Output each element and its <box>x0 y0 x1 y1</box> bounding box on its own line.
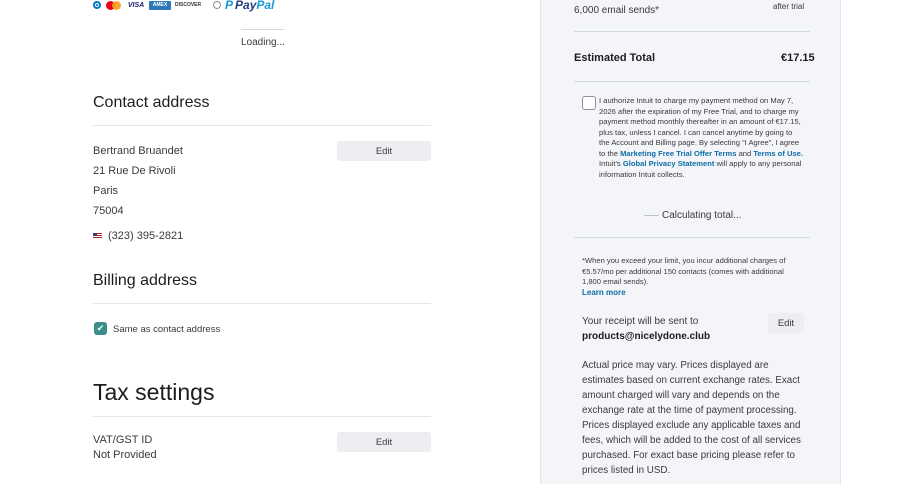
email-sends-label: 6,000 email sends* <box>574 5 660 16</box>
tax-settings-heading: Tax settings <box>93 379 215 405</box>
contact-name: Bertrand Bruandet <box>93 145 183 157</box>
contact-edit-button[interactable]: Edit <box>337 141 431 161</box>
privacy-statement-link[interactable]: Global Privacy Statement <box>623 159 715 168</box>
same-as-contact-checkbox[interactable]: ✔ <box>94 322 107 335</box>
divider <box>574 237 810 238</box>
divider <box>93 416 431 417</box>
vat-label: VAT/GST ID <box>93 434 153 446</box>
terms-of-use-link[interactable]: Terms of Use. <box>753 149 803 158</box>
billing-address-heading: Billing address <box>93 272 198 289</box>
learn-more-link[interactable]: Learn more <box>582 288 626 297</box>
contact-street: 21 Rue De Rivoli <box>93 165 176 177</box>
receipt-edit-button[interactable]: Edit <box>768 313 804 333</box>
contact-phone: (323) 395-2821 <box>93 230 183 242</box>
paypal-logo: P Pay Pal <box>225 0 275 12</box>
checkout-form: VISA AMEX DISCOVER P Pay Pal Loading... C… <box>0 0 540 484</box>
discover-icon: DISCOVER <box>175 1 202 8</box>
card-radio[interactable] <box>93 1 101 9</box>
estimated-total-label: Estimated Total <box>574 52 656 64</box>
price-note: Actual price may vary. Prices displayed … <box>582 360 801 476</box>
order-summary-panel: 6,000 email sends* after trial Estimated… <box>540 0 841 484</box>
contact-address-heading: Contact address <box>93 94 210 111</box>
receipt-info: Your receipt will be sent to products@ni… <box>582 316 711 342</box>
estimated-total-value: €17.15 <box>781 52 815 64</box>
divider <box>574 31 810 32</box>
amex-icon: AMEX <box>149 0 171 10</box>
visa-icon: VISA <box>127 1 145 9</box>
receipt-email: products@nicelydone.club <box>582 331 711 342</box>
calculating-text: Calculating total... <box>662 210 742 221</box>
calculating-divider <box>644 215 659 216</box>
contact-city: Paris <box>93 185 119 197</box>
payment-method-row: VISA AMEX DISCOVER P Pay Pal <box>93 0 275 12</box>
free-trial-terms-link[interactable]: Marketing Free Trial Offer Terms <box>620 149 736 158</box>
loading-text: Loading... <box>241 37 285 48</box>
limit-text: *When you exceed your limit, you incur a… <box>582 256 786 286</box>
us-flag-icon <box>93 233 102 240</box>
divider <box>574 81 810 82</box>
authorization-text: I authorize Intuit to charge my payment … <box>599 96 803 179</box>
authorize-checkbox[interactable] <box>582 96 596 110</box>
checkmark-icon: ✔ <box>96 323 105 333</box>
after-trial-label: after trial <box>773 2 805 11</box>
contact-postal: 75004 <box>93 205 124 217</box>
loading-divider <box>241 29 284 30</box>
mastercard-icon <box>105 0 123 10</box>
paypal-icon: P <box>225 0 234 12</box>
vat-value: Not Provided <box>93 449 157 461</box>
tax-edit-button[interactable]: Edit <box>337 432 431 452</box>
divider <box>93 303 431 304</box>
same-as-contact-label: Same as contact address <box>113 324 221 335</box>
paypal-radio[interactable] <box>213 1 221 9</box>
divider <box>93 125 431 126</box>
